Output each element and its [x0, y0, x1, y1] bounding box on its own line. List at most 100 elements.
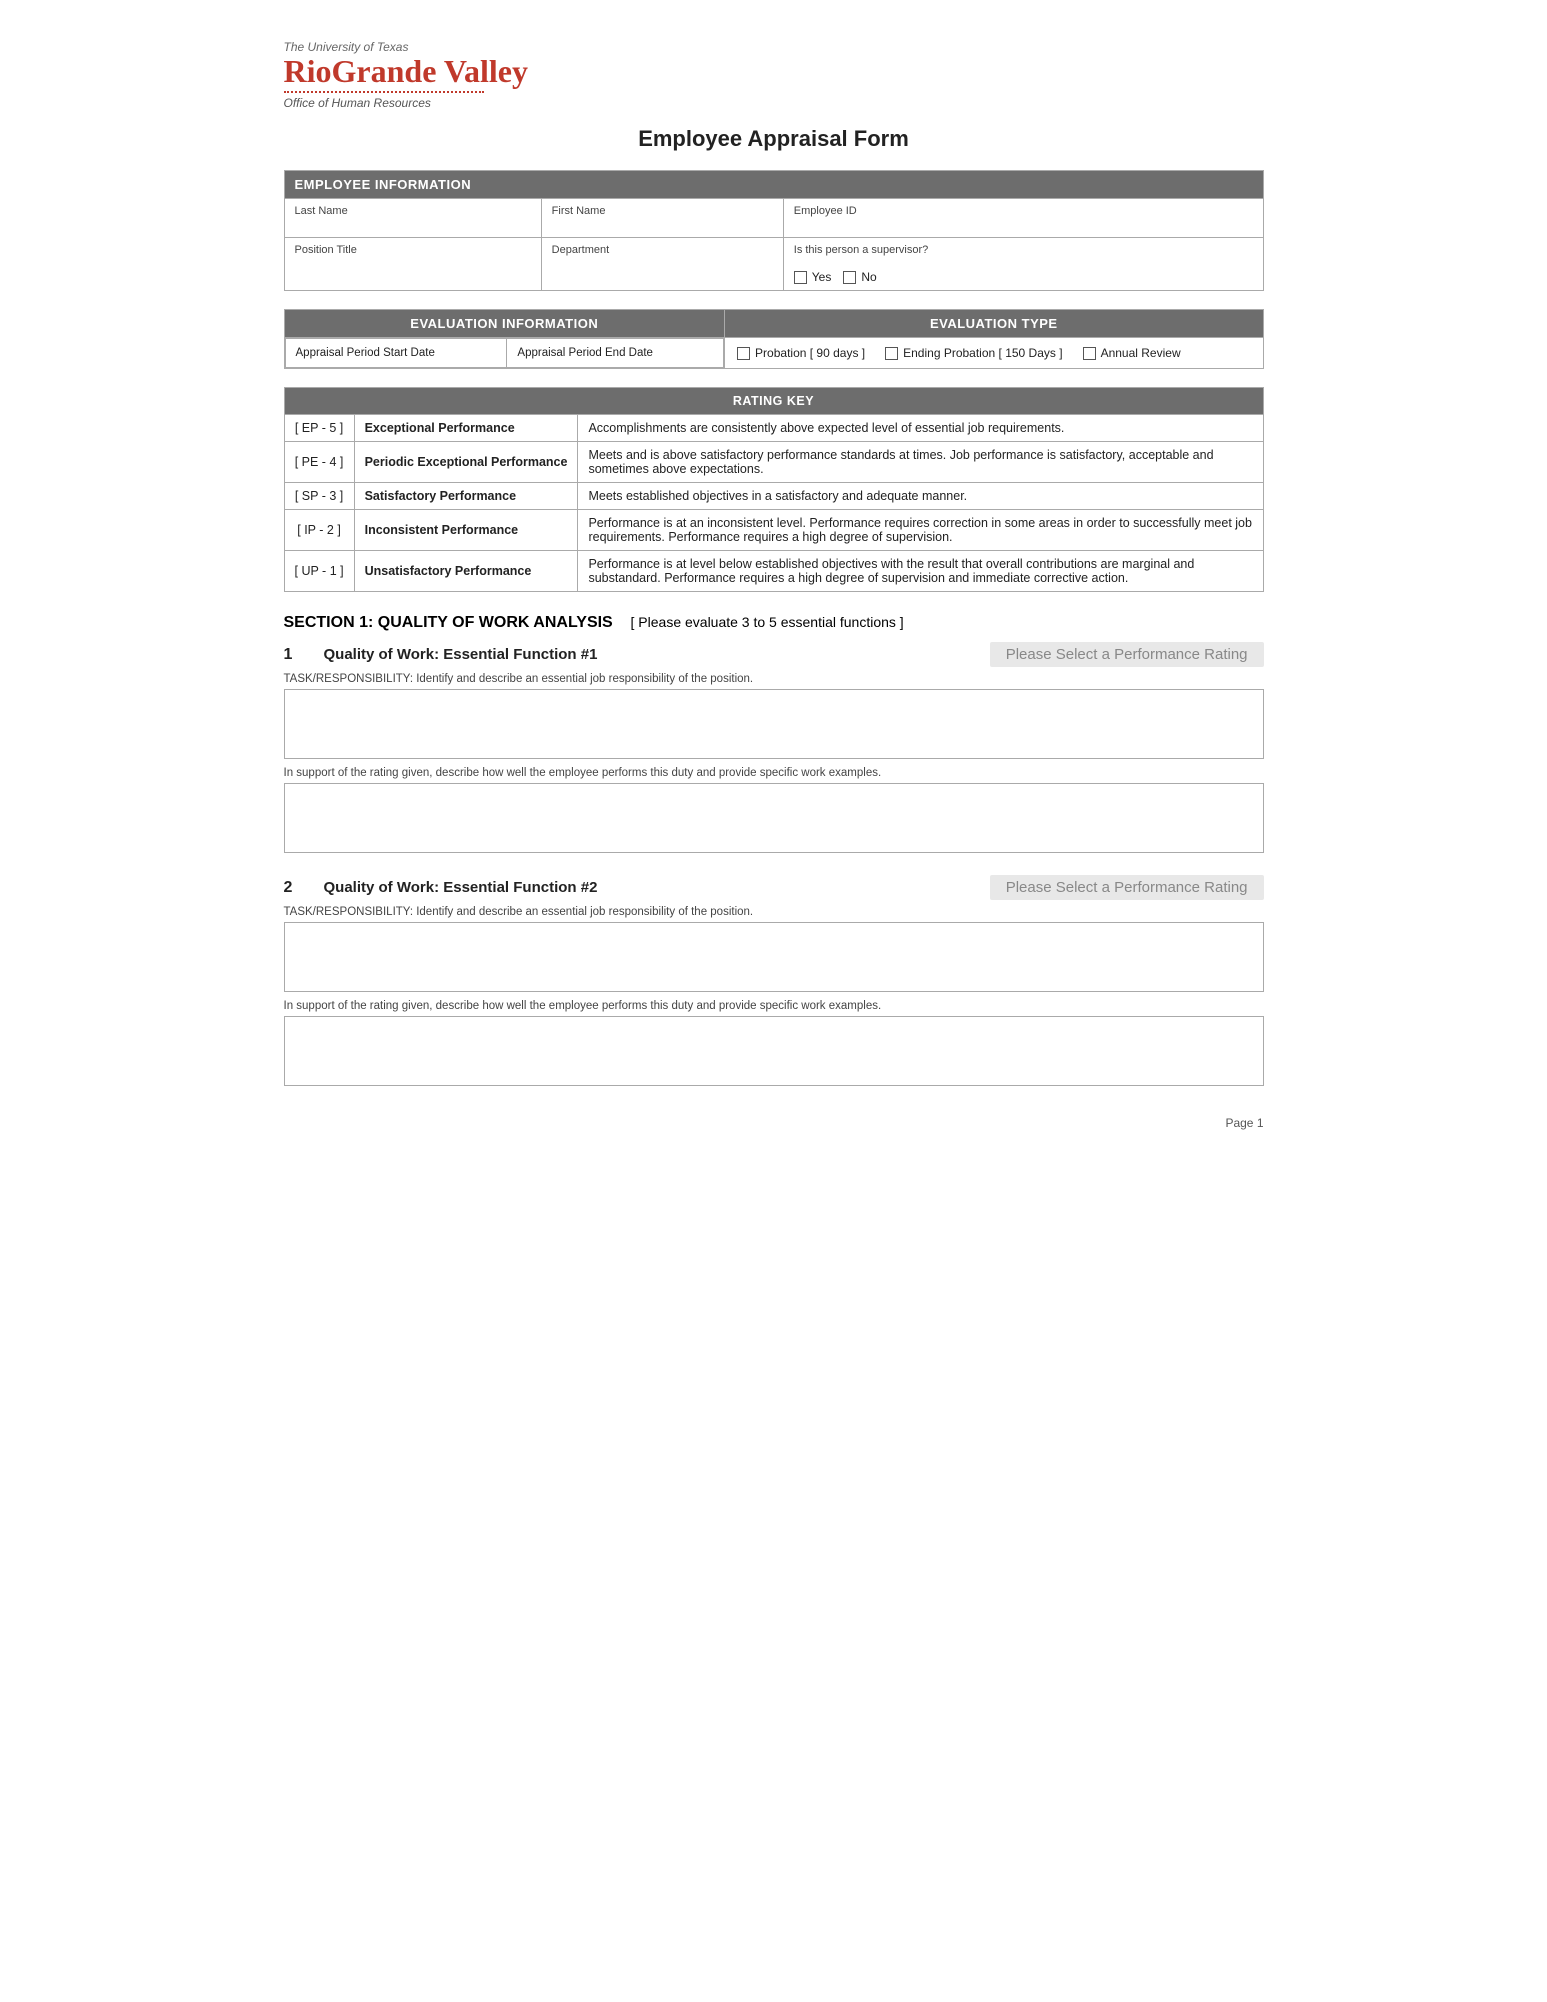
- yes-checkbox[interactable]: [794, 271, 807, 284]
- function-title-row-2: 2 Quality of Work: Essential Function #2…: [284, 875, 1264, 900]
- rating-name-1: Periodic Exceptional Performance: [354, 442, 578, 483]
- department-cell: Department: [541, 238, 783, 291]
- logo-utrgv: The University of Texas RioGrande Valley…: [284, 40, 1264, 110]
- eval-info-header: EVALUATION INFORMATION: [285, 310, 725, 337]
- eval-right-header-cell: EVALUATION TYPE: [725, 310, 1263, 338]
- start-date-cell: Appraisal Period Start Date: [285, 339, 507, 368]
- eval-type-options: Probation [ 90 days ] Ending Probation […: [725, 338, 1262, 368]
- rating-name-2: Satisfactory Performance: [354, 483, 578, 510]
- start-date-label: Appraisal Period Start Date: [296, 347, 435, 359]
- function-row-header-1: 1 Quality of Work: Essential Function #1: [284, 646, 598, 664]
- support-textarea-2[interactable]: [284, 1016, 1264, 1086]
- position-title-label: Position Title: [295, 244, 531, 256]
- function-row-header-2: 2 Quality of Work: Essential Function #2: [284, 879, 598, 897]
- rating-desc-4: Performance is at level below establishe…: [578, 551, 1263, 592]
- logo-line1: The University of Texas: [284, 40, 1264, 54]
- position-title-cell: Position Title: [284, 238, 541, 291]
- first-name-cell: First Name: [541, 199, 783, 238]
- support-label-2: In support of the rating given, describe…: [284, 1000, 1264, 1012]
- eval-dates-cell: Appraisal Period Start Date Appraisal Pe…: [284, 338, 725, 369]
- rating-code-0: [ EP - 5 ]: [284, 415, 354, 442]
- section1-number: SECTION 1: [284, 614, 368, 631]
- section1-note: [ Please evaluate 3 to 5 essential funct…: [631, 614, 904, 630]
- employee-id-label: Employee ID: [794, 205, 1253, 217]
- no-checkbox-item[interactable]: No: [843, 270, 876, 284]
- annual-review-item[interactable]: Annual Review: [1083, 346, 1181, 360]
- eval-type-cell: Probation [ 90 days ] Ending Probation […: [725, 338, 1263, 369]
- annual-review-checkbox[interactable]: [1083, 347, 1096, 360]
- employee-info-header: EMPLOYEE INFORMATION: [284, 171, 1263, 199]
- support-textarea-1[interactable]: [284, 783, 1264, 853]
- function-block-1: 1 Quality of Work: Essential Function #1…: [284, 642, 1264, 853]
- rating-desc-1: Meets and is above satisfactory performa…: [578, 442, 1263, 483]
- support-label-1: In support of the rating given, describe…: [284, 767, 1264, 779]
- ending-probation-label: Ending Probation [ 150 Days ]: [903, 346, 1062, 360]
- rating-code-1: [ PE - 4 ]: [284, 442, 354, 483]
- ending-probation-checkbox[interactable]: [885, 347, 898, 360]
- employee-id-cell: Employee ID: [783, 199, 1263, 238]
- rating-row-1: [ PE - 4 ] Periodic Exceptional Performa…: [284, 442, 1263, 483]
- section1-heading: SECTION 1: QUALITY OF WORK ANALYSIS [ Pl…: [284, 614, 1264, 632]
- rating-desc-3: Performance is at an inconsistent level.…: [578, 510, 1263, 551]
- page-title: Employee Appraisal Form: [284, 126, 1264, 152]
- function-title-row-1: 1 Quality of Work: Essential Function #1…: [284, 642, 1264, 667]
- probation-90-checkbox[interactable]: [737, 347, 750, 360]
- function-number-2: 2: [284, 879, 304, 897]
- supervisor-checkboxes: Yes No: [794, 270, 1253, 284]
- section1-subheading: QUALITY OF WORK ANALYSIS: [378, 614, 613, 631]
- function-rating-2[interactable]: Please Select a Performance Rating: [990, 875, 1264, 900]
- employee-information-table: EMPLOYEE INFORMATION Last Name First Nam…: [284, 170, 1264, 291]
- logo-grande: Grande: [332, 53, 437, 89]
- rating-desc-2: Meets established objectives in a satisf…: [578, 483, 1263, 510]
- rating-row-3: [ IP - 2 ] Inconsistent Performance Perf…: [284, 510, 1263, 551]
- task-textarea-1[interactable]: [284, 689, 1264, 759]
- rating-code-2: [ SP - 3 ]: [284, 483, 354, 510]
- yes-label: Yes: [812, 270, 832, 284]
- end-date-label: Appraisal Period End Date: [517, 347, 653, 359]
- evaluation-table: EVALUATION INFORMATION EVALUATION TYPE A…: [284, 309, 1264, 369]
- function-block-2: 2 Quality of Work: Essential Function #2…: [284, 875, 1264, 1086]
- rating-code-4: [ UP - 1 ]: [284, 551, 354, 592]
- logo-dotted-line: [284, 91, 484, 93]
- last-name-label: Last Name: [295, 205, 531, 217]
- eval-left-header-cell: EVALUATION INFORMATION: [284, 310, 725, 338]
- eval-type-header: EVALUATION TYPE: [725, 310, 1262, 337]
- rating-name-4: Unsatisfactory Performance: [354, 551, 578, 592]
- ending-probation-item[interactable]: Ending Probation [ 150 Days ]: [885, 346, 1062, 360]
- logo-main: RioGrande Valley: [284, 54, 1264, 89]
- page-footer: Page 1: [284, 1116, 1264, 1130]
- logo-valley: Valley: [444, 53, 528, 89]
- no-label: No: [861, 270, 876, 284]
- rating-name-0: Exceptional Performance: [354, 415, 578, 442]
- logo-area: The University of Texas RioGrande Valley…: [284, 40, 1264, 110]
- functions-container: 1 Quality of Work: Essential Function #1…: [284, 642, 1264, 1086]
- first-name-label: First Name: [552, 205, 773, 217]
- task-textarea-2[interactable]: [284, 922, 1264, 992]
- eval-dates-inner: Appraisal Period Start Date Appraisal Pe…: [285, 338, 725, 368]
- end-date-cell: Appraisal Period End Date: [507, 339, 724, 368]
- rating-row-0: [ EP - 5 ] Exceptional Performance Accom…: [284, 415, 1263, 442]
- rating-name-3: Inconsistent Performance: [354, 510, 578, 551]
- rating-key-table: RATING KEY [ EP - 5 ] Exceptional Perfor…: [284, 387, 1264, 592]
- task-label-2: TASK/RESPONSIBILITY: Identify and descri…: [284, 906, 1264, 918]
- department-label: Department: [552, 244, 773, 256]
- function-title-2: Quality of Work: Essential Function #2: [324, 879, 598, 896]
- yes-checkbox-item[interactable]: Yes: [794, 270, 832, 284]
- rating-code-3: [ IP - 2 ]: [284, 510, 354, 551]
- supervisor-label: Is this person a supervisor?: [794, 244, 1253, 256]
- task-label-1: TASK/RESPONSIBILITY: Identify and descri…: [284, 673, 1264, 685]
- function-title-1: Quality of Work: Essential Function #1: [324, 646, 598, 663]
- logo-rio: Rio: [284, 53, 332, 89]
- rating-row-2: [ SP - 3 ] Satisfactory Performance Meet…: [284, 483, 1263, 510]
- supervisor-cell: Is this person a supervisor? Yes No: [783, 238, 1263, 291]
- logo-office: Office of Human Resources: [284, 96, 1264, 110]
- rating-key-header: RATING KEY: [284, 388, 1263, 415]
- probation-90-label: Probation [ 90 days ]: [755, 346, 865, 360]
- no-checkbox[interactable]: [843, 271, 856, 284]
- probation-90-item[interactable]: Probation [ 90 days ]: [737, 346, 865, 360]
- rating-desc-0: Accomplishments are consistently above e…: [578, 415, 1263, 442]
- annual-review-label: Annual Review: [1101, 346, 1181, 360]
- function-rating-1[interactable]: Please Select a Performance Rating: [990, 642, 1264, 667]
- page-number: Page 1: [1225, 1116, 1263, 1130]
- function-number-1: 1: [284, 646, 304, 664]
